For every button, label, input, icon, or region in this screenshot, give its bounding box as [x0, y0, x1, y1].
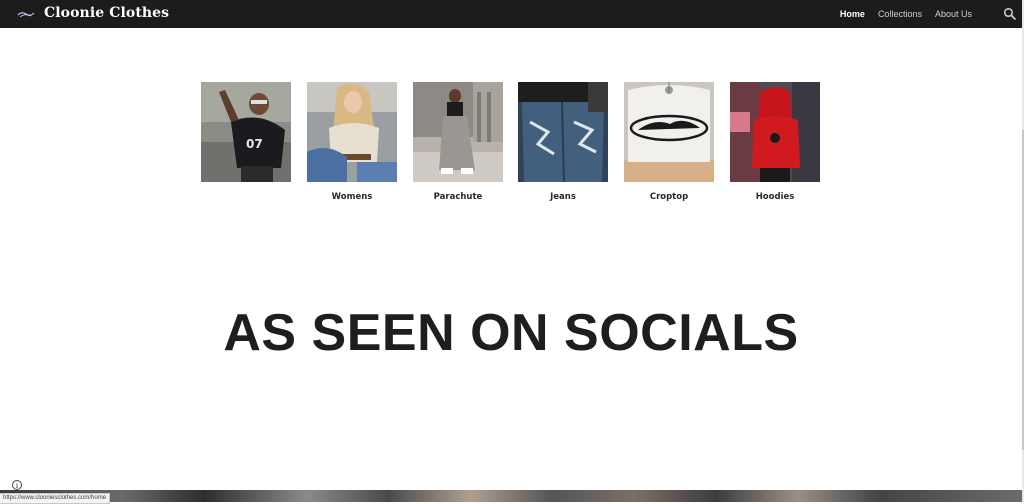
blonde-woman-photo — [307, 82, 397, 182]
nav-about-us[interactable]: About Us — [935, 9, 972, 19]
nav-collections[interactable]: Collections — [878, 9, 922, 19]
svg-text:07: 07 — [246, 137, 263, 151]
status-bar-url: https://www.clooniesclothes.com/home — [0, 493, 111, 504]
parachute-pants-photo — [413, 82, 503, 182]
collection-label-hoodies[interactable]: Hoodies — [730, 192, 820, 202]
croptop-photo — [624, 82, 714, 182]
socials-image-strip — [0, 490, 1022, 502]
info-icon[interactable]: i — [12, 480, 22, 490]
site-title[interactable]: Cloonie Clothes — [44, 5, 169, 21]
collection-label-croptop[interactable]: Croptop — [624, 192, 714, 202]
collection-label-jeans[interactable]: Jeans — [518, 192, 608, 202]
collection-image-parachute[interactable] — [413, 82, 503, 182]
main-nav: Home Collections About Us — [840, 0, 972, 28]
brand-logo-icon[interactable] — [17, 9, 35, 19]
person-in-jersey-photo: 07 — [201, 82, 291, 182]
jeans-photo — [518, 82, 608, 182]
site-header: Cloonie Clothes Home Collections About U… — [0, 0, 1022, 28]
collection-image-jersey[interactable]: 07 — [201, 82, 291, 182]
collection-image-croptop[interactable] — [624, 82, 714, 182]
socials-heading: AS SEEN ON SOCIALS — [223, 304, 799, 362]
nav-home[interactable]: Home — [840, 9, 865, 19]
collection-label-womens[interactable]: Womens — [307, 192, 397, 202]
collection-label-parachute[interactable]: Parachute — [413, 192, 503, 202]
collection-image-jeans[interactable] — [518, 82, 608, 182]
collection-image-hoodies[interactable] — [730, 82, 820, 182]
search-icon[interactable] — [1003, 7, 1017, 21]
collection-image-womens[interactable] — [307, 82, 397, 182]
red-hoodie-photo — [730, 82, 820, 182]
